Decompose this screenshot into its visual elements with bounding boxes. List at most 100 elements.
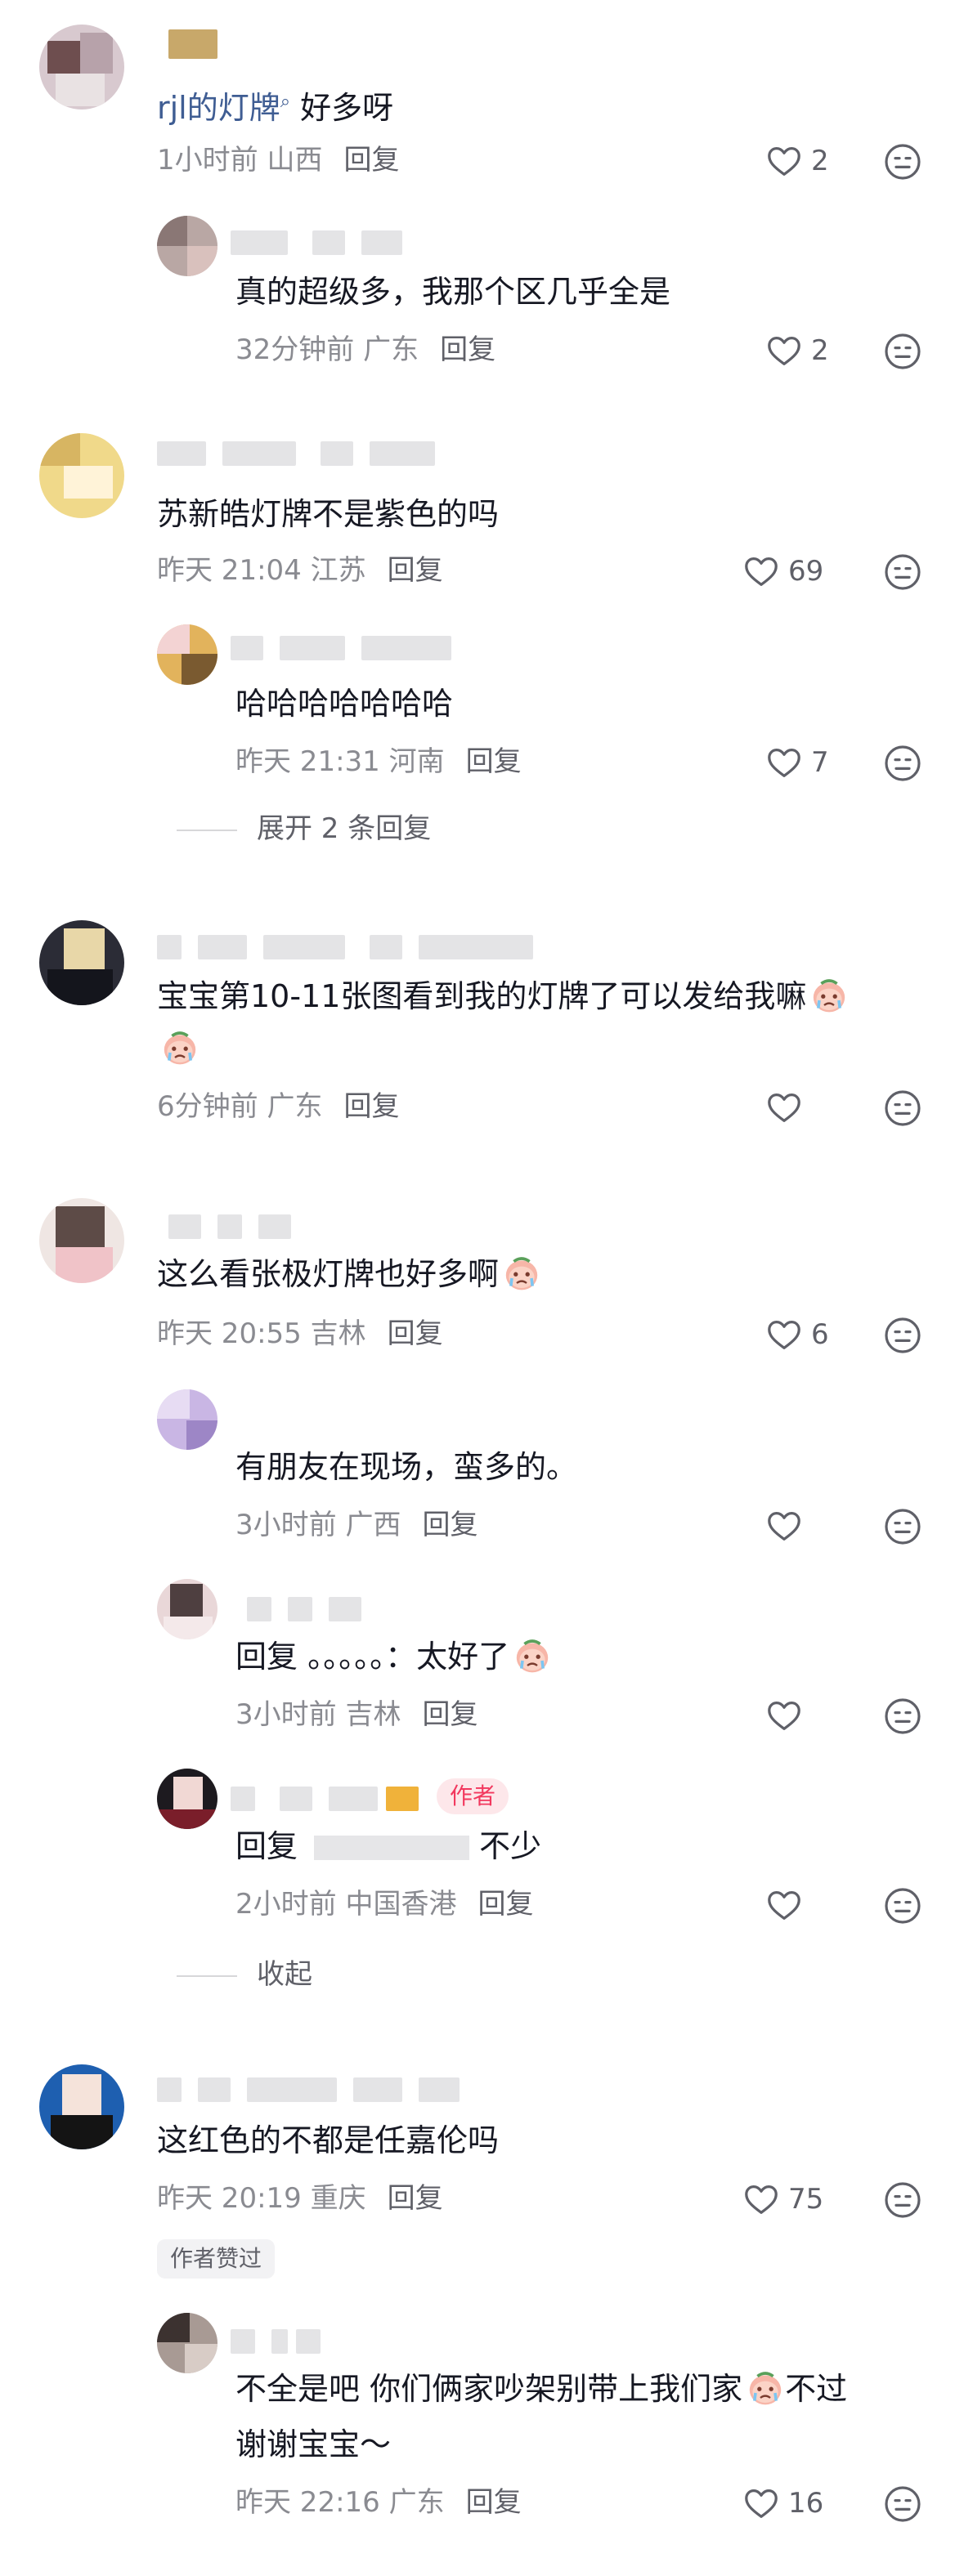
- heart-icon: [742, 2180, 780, 2218]
- comment-text: 真的超级多，我那个区几乎全是: [235, 274, 671, 310]
- comment-meta: 昨天 21:04 江苏 回复: [157, 552, 443, 588]
- region: 重庆: [310, 2182, 366, 2215]
- mention-link[interactable]: rjl的灯牌: [157, 90, 280, 126]
- username-blurred[interactable]: [231, 2329, 321, 2354]
- reply-button[interactable]: 回复: [466, 745, 522, 778]
- reply-button[interactable]: 回复: [478, 1888, 533, 1921]
- author-liked-tag: 作者赞过: [157, 2239, 276, 2279]
- timestamp: 昨天 20:19: [157, 2182, 302, 2215]
- heart-icon: [765, 332, 803, 369]
- comment-text: 苏新皓灯牌不是紫色的吗: [157, 496, 500, 532]
- username-blurred[interactable]: [157, 935, 533, 959]
- like-button[interactable]: 16: [742, 2484, 823, 2522]
- heart-icon: [765, 142, 803, 180]
- avatar[interactable]: [157, 2313, 217, 2373]
- avatar[interactable]: [39, 1198, 124, 1283]
- comment-text-line2: 谢谢宝宝～: [235, 2426, 392, 2462]
- like-button[interactable]: 75: [742, 2180, 823, 2218]
- dislike-icon[interactable]: [883, 744, 922, 783]
- avatar[interactable]: [157, 1389, 217, 1450]
- username-blurred[interactable]: [168, 1214, 291, 1239]
- like-button[interactable]: 2: [765, 142, 829, 180]
- reply-button[interactable]: 回复: [343, 1090, 399, 1123]
- dislike-icon[interactable]: [883, 1886, 922, 1925]
- mention-blurred[interactable]: [314, 1836, 470, 1860]
- username-blurred[interactable]: [231, 1597, 361, 1621]
- reply-button[interactable]: 回复: [422, 1698, 478, 1731]
- comment-text: rjl的灯牌⌕ 好多呀: [157, 80, 393, 130]
- like-button[interactable]: [765, 1697, 811, 1734]
- reply-button[interactable]: 回复: [466, 2486, 522, 2519]
- dislike-icon[interactable]: [883, 2180, 922, 2220]
- timestamp: 32分钟前: [235, 333, 355, 366]
- like-button[interactable]: 6: [765, 1316, 829, 1353]
- avatar[interactable]: [39, 2064, 124, 2149]
- comment-text: 宝宝第10-11张图看到我的灯牌了可以发给我嘛: [157, 974, 849, 1018]
- comment-text: 回复 。。。。。：太好了: [235, 1635, 552, 1679]
- avatar[interactable]: [157, 1769, 217, 1829]
- username-blurred[interactable]: [231, 230, 402, 255]
- region: 吉林: [310, 1317, 366, 1350]
- like-button[interactable]: 2: [765, 332, 829, 369]
- like-button[interactable]: 69: [742, 552, 823, 590]
- username-blurred[interactable]: [168, 29, 217, 59]
- avatar[interactable]: [39, 25, 124, 110]
- region: 广东: [267, 1090, 323, 1123]
- comment-meta: 32分钟前 广东 回复: [235, 332, 495, 368]
- like-button[interactable]: [765, 1886, 811, 1924]
- heart-icon: [765, 1507, 803, 1545]
- timestamp: 昨天 20:55: [157, 1317, 302, 1350]
- dislike-icon[interactable]: [883, 1089, 922, 1128]
- comment-body: 这么看张极灯牌也好多啊: [157, 1256, 500, 1292]
- like-count: 69: [788, 555, 824, 588]
- like-button[interactable]: [765, 1507, 811, 1545]
- username-blurred[interactable]: [231, 1787, 419, 1811]
- comment-text: 这么看张极灯牌也好多啊: [157, 1252, 541, 1296]
- region: 吉林: [345, 1698, 401, 1731]
- avatar[interactable]: [157, 216, 217, 276]
- author-badge: 作者: [437, 1778, 509, 1814]
- avatar[interactable]: [39, 920, 124, 1005]
- timestamp: 昨天 21:04: [157, 554, 302, 587]
- dislike-icon[interactable]: [883, 1316, 922, 1355]
- expand-replies-button[interactable]: 展开 2 条回复: [177, 811, 431, 847]
- dislike-icon[interactable]: [883, 552, 922, 592]
- timestamp: 2小时前: [235, 1888, 337, 1921]
- reply-button[interactable]: 回复: [388, 2182, 443, 2215]
- crying-emoji-icon: [513, 1636, 552, 1675]
- like-button[interactable]: 7: [765, 744, 829, 781]
- comment-body: 好多呀: [290, 90, 394, 126]
- crying-emoji-icon: [502, 1254, 541, 1293]
- heart-icon: [765, 1316, 803, 1353]
- like-count: 75: [788, 2183, 824, 2216]
- timestamp: 昨天 22:16: [235, 2486, 380, 2519]
- dislike-icon[interactable]: [883, 142, 922, 181]
- timestamp: 3小时前: [235, 1509, 337, 1541]
- heart-icon: [765, 1089, 803, 1126]
- collapse-replies-button[interactable]: 收起: [177, 1957, 312, 1992]
- like-count: 7: [811, 746, 829, 779]
- reply-button[interactable]: 回复: [440, 333, 495, 366]
- dislike-icon[interactable]: [883, 1507, 922, 1546]
- comment-meta: 6分钟前 广东 回复: [157, 1089, 399, 1125]
- avatar[interactable]: [157, 1579, 217, 1639]
- reply-button[interactable]: 回复: [388, 1317, 443, 1350]
- reply-button[interactable]: 回复: [343, 144, 399, 177]
- timestamp: 3小时前: [235, 1698, 337, 1731]
- search-small-icon: ⌕: [280, 92, 291, 112]
- like-button[interactable]: [765, 1089, 811, 1126]
- dislike-icon[interactable]: [883, 2484, 922, 2524]
- comment-meta: 2小时前 中国香港 回复: [235, 1886, 533, 1922]
- username-blurred[interactable]: [231, 636, 451, 660]
- username-blurred[interactable]: [157, 2077, 460, 2102]
- reply-button[interactable]: 回复: [388, 554, 443, 587]
- username-blurred[interactable]: [157, 441, 435, 466]
- comment-text: 有朋友在现场，蛮多的。: [235, 1449, 578, 1485]
- dislike-icon[interactable]: [883, 1697, 922, 1736]
- reply-button[interactable]: 回复: [422, 1509, 478, 1541]
- heart-icon: [765, 1886, 803, 1924]
- dislike-icon[interactable]: [883, 332, 922, 371]
- avatar[interactable]: [157, 624, 217, 685]
- avatar[interactable]: [39, 433, 124, 518]
- region: 广东: [388, 2486, 445, 2519]
